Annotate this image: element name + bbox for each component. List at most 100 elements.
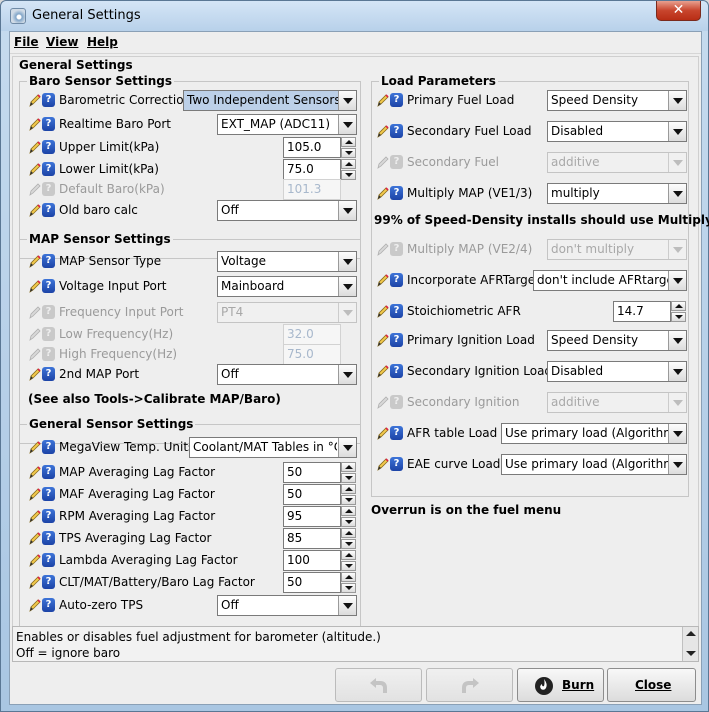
help-icon[interactable]: ? xyxy=(390,364,403,378)
spinner-up-icon[interactable] xyxy=(341,137,356,147)
redo-button[interactable] xyxy=(426,668,513,702)
spinner-down-icon[interactable] xyxy=(341,473,356,483)
spinner-down-icon[interactable] xyxy=(341,539,356,549)
help-icon[interactable]: ? xyxy=(42,93,55,107)
old-baro-calc-select[interactable]: Off xyxy=(217,200,357,221)
spinner-up-icon[interactable] xyxy=(341,550,356,560)
stoich-afr-input[interactable]: 14.7 xyxy=(613,301,686,322)
pencil-icon[interactable] xyxy=(376,457,389,472)
primary-fuel-load-select[interactable]: Speed Density xyxy=(547,90,687,111)
help-icon[interactable]: ? xyxy=(42,203,55,217)
spinner-up-icon[interactable] xyxy=(341,462,356,472)
primary-ign-load-select[interactable]: Speed Density xyxy=(547,330,687,351)
rpm-lag-input[interactable]: 95 xyxy=(283,506,356,527)
help-icon[interactable]: ? xyxy=(390,186,403,200)
lambda-lag-input[interactable]: 100 xyxy=(283,550,356,571)
chevron-down-icon[interactable] xyxy=(338,438,356,457)
help-icon[interactable]: ? xyxy=(390,333,403,347)
pencil-icon[interactable] xyxy=(376,364,389,379)
chevron-down-icon[interactable] xyxy=(668,91,686,110)
help-icon[interactable]: ? xyxy=(42,162,55,176)
voltage-input-port-select[interactable]: Mainboard xyxy=(217,276,357,297)
close-button[interactable]: Close xyxy=(607,668,696,702)
help-icon[interactable]: ? xyxy=(390,457,403,471)
help-icon[interactable]: ? xyxy=(42,367,55,381)
pencil-icon[interactable] xyxy=(28,465,41,480)
help-icon[interactable]: ? xyxy=(42,575,55,589)
chevron-down-icon[interactable] xyxy=(668,331,686,350)
help-icon[interactable]: ? xyxy=(42,440,55,454)
chevron-down-icon[interactable] xyxy=(338,596,356,615)
burn-button[interactable]: Burn xyxy=(517,668,604,702)
pencil-icon[interactable] xyxy=(376,273,389,288)
chevron-down-icon[interactable] xyxy=(338,201,356,220)
spinner-up-icon[interactable] xyxy=(671,301,686,311)
chevron-down-icon[interactable] xyxy=(338,91,356,110)
upper-limit-input[interactable]: 105.0 xyxy=(283,137,356,158)
pencil-icon[interactable] xyxy=(28,203,41,218)
secondary-fuel-load-select[interactable]: Disabled xyxy=(547,121,687,142)
help-text-area[interactable]: Enables or disables fuel adjustment for … xyxy=(12,626,699,662)
chevron-down-icon[interactable] xyxy=(668,271,686,290)
autozero-tps-select[interactable]: Off xyxy=(217,595,357,616)
megaview-units-select[interactable]: Coolant/MAT Tables in °C xyxy=(189,437,357,458)
help-icon[interactable]: ? xyxy=(42,117,55,131)
pencil-icon[interactable] xyxy=(28,598,41,613)
help-icon[interactable]: ? xyxy=(42,531,55,545)
second-map-port-select[interactable]: Off xyxy=(217,364,357,385)
pencil-icon[interactable] xyxy=(376,304,389,319)
pencil-icon[interactable] xyxy=(28,367,41,382)
spinner-down-icon[interactable] xyxy=(341,148,356,158)
help-icon[interactable]: ? xyxy=(390,124,403,138)
pencil-icon[interactable] xyxy=(376,93,389,108)
chevron-down-icon[interactable] xyxy=(668,424,686,443)
help-icon[interactable]: ? xyxy=(42,279,55,293)
multiply-map-13-select[interactable]: multiply xyxy=(547,183,687,204)
window-close-button[interactable]: ✕ xyxy=(656,1,701,21)
pencil-icon[interactable] xyxy=(28,487,41,502)
help-icon[interactable]: ? xyxy=(42,509,55,523)
spinner-up-icon[interactable] xyxy=(341,528,356,538)
pencil-icon[interactable] xyxy=(28,254,41,269)
pencil-icon[interactable] xyxy=(28,93,41,108)
pencil-icon[interactable] xyxy=(28,140,41,155)
pencil-icon[interactable] xyxy=(376,426,389,441)
pencil-icon[interactable] xyxy=(28,531,41,546)
help-icon[interactable]: ? xyxy=(390,93,403,107)
chevron-down-icon[interactable] xyxy=(668,184,686,203)
map-lag-input[interactable]: 50 xyxy=(283,462,356,483)
help-text-scrollbar[interactable] xyxy=(682,627,698,661)
maf-lag-input[interactable]: 50 xyxy=(283,484,356,505)
chevron-down-icon[interactable] xyxy=(338,365,356,384)
pencil-icon[interactable] xyxy=(28,440,41,455)
spinner-down-icon[interactable] xyxy=(341,583,356,593)
help-icon[interactable]: ? xyxy=(42,140,55,154)
pencil-icon[interactable] xyxy=(28,162,41,177)
pencil-icon[interactable] xyxy=(376,124,389,139)
chevron-down-icon[interactable] xyxy=(668,455,686,474)
tps-lag-input[interactable]: 85 xyxy=(283,528,356,549)
map-sensor-type-select[interactable]: Voltage xyxy=(217,251,357,272)
chevron-down-icon[interactable] xyxy=(668,362,686,381)
spinner-up-icon[interactable] xyxy=(341,159,356,169)
eae-curve-load-select[interactable]: Use primary load (Algorithm) xyxy=(501,454,687,475)
title-bar[interactable]: General Settings ✕ xyxy=(1,1,708,31)
menu-help[interactable]: Help xyxy=(87,35,118,49)
barometric-correction-select[interactable]: Two Independent Sensors xyxy=(183,90,357,111)
pencil-icon[interactable] xyxy=(28,279,41,294)
help-icon[interactable]: ? xyxy=(390,304,403,318)
pencil-icon[interactable] xyxy=(28,575,41,590)
spinner-up-icon[interactable] xyxy=(341,572,356,582)
incorporate-afr-select[interactable]: don't include AFRtarget xyxy=(533,270,687,291)
menu-file[interactable]: File xyxy=(14,35,39,49)
chevron-down-icon[interactable] xyxy=(668,122,686,141)
help-icon[interactable]: ? xyxy=(42,598,55,612)
spinner-down-icon[interactable] xyxy=(341,517,356,527)
chevron-down-icon[interactable] xyxy=(338,277,356,296)
spinner-up-icon[interactable] xyxy=(341,506,356,516)
help-icon[interactable]: ? xyxy=(42,465,55,479)
pencil-icon[interactable] xyxy=(376,186,389,201)
afr-table-load-select[interactable]: Use primary load (Algorithm) xyxy=(501,423,687,444)
clt-lag-input[interactable]: 50 xyxy=(283,572,356,593)
help-icon[interactable]: ? xyxy=(42,487,55,501)
